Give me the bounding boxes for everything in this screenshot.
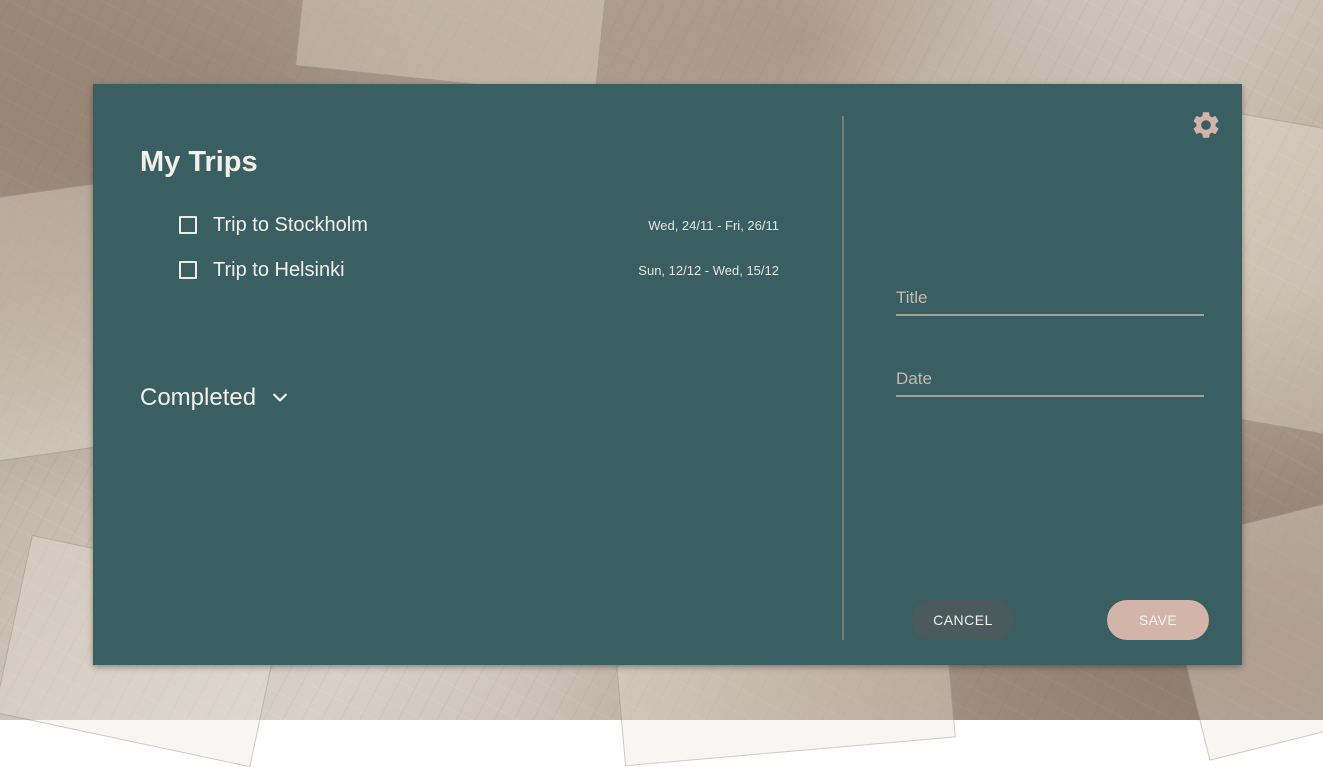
trip-dates: Sun, 12/12 - Wed, 15/12	[638, 262, 779, 278]
completed-section-toggle[interactable]: Completed	[140, 384, 290, 412]
trip-dates: Wed, 24/11 - Fri, 26/11	[648, 217, 779, 233]
completed-label: Completed	[140, 384, 257, 411]
save-button[interactable]: SAVE	[1107, 600, 1209, 640]
trips-dialog: My Trips Trip to Stockholm Wed, 24/11 - …	[93, 84, 1242, 665]
page-title: My Trips	[140, 146, 258, 178]
trip-checkbox[interactable]	[179, 261, 197, 279]
date-input[interactable]	[896, 365, 1204, 393]
panel-divider	[842, 116, 844, 640]
trip-item-helsinki[interactable]: Trip to Helsinki Sun, 12/12 - Wed, 15/12	[179, 257, 779, 283]
gear-icon[interactable]	[1190, 109, 1222, 141]
trip-checkbox[interactable]	[179, 216, 197, 234]
chevron-down-icon	[273, 393, 287, 402]
title-field[interactable]	[896, 284, 1204, 316]
title-input[interactable]	[896, 284, 1204, 312]
trip-item-stockholm[interactable]: Trip to Stockholm Wed, 24/11 - Fri, 26/1…	[179, 212, 779, 238]
cancel-button[interactable]: CANCEL	[912, 600, 1014, 640]
date-field[interactable]	[896, 365, 1204, 397]
trip-name: Trip to Stockholm	[213, 213, 368, 236]
background-map-sheet	[294, 0, 608, 98]
trip-name: Trip to Helsinki	[213, 258, 345, 281]
